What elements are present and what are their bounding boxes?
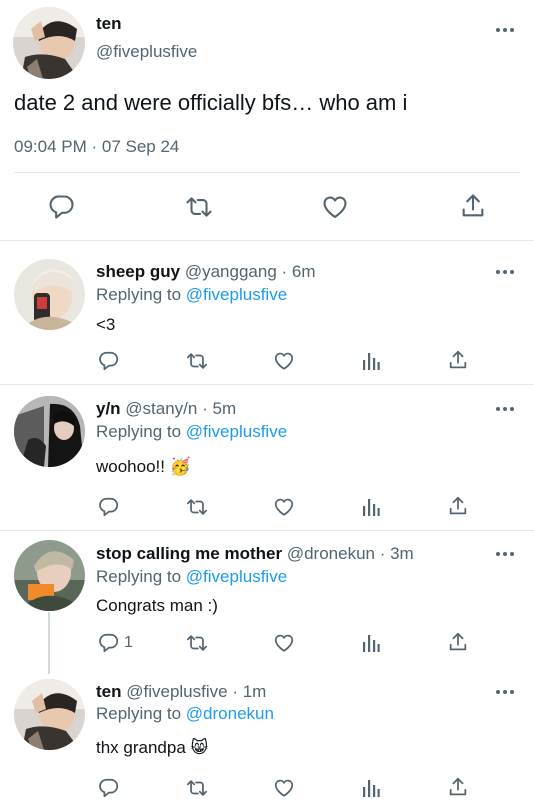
share-icon[interactable] (447, 776, 469, 798)
avatar[interactable] (14, 396, 85, 467)
handle[interactable]: @stany/n (125, 399, 197, 418)
display-name[interactable]: ten (96, 682, 122, 701)
retweet-icon[interactable] (185, 350, 209, 372)
avatar[interactable] (13, 7, 85, 79)
reply-header: ten @fiveplusfive · 1m (96, 682, 266, 702)
replying-to-link[interactable]: @dronekun (186, 704, 274, 723)
views-icon[interactable] (361, 351, 381, 371)
handle[interactable]: @fiveplusfive (126, 682, 227, 701)
replying-to: Replying to @fiveplusfive (96, 567, 287, 587)
reply-icon[interactable] (98, 777, 120, 799)
reply-icon[interactable] (98, 496, 120, 518)
display-name[interactable]: y/n (96, 399, 121, 418)
reply-count: 1 (124, 634, 133, 651)
more-icon[interactable] (496, 687, 516, 697)
retweet-icon[interactable] (185, 777, 209, 799)
timestamp[interactable]: 09:04 PM · 07 Sep 24 (14, 137, 179, 157)
display-name[interactable]: sheep guy (96, 262, 180, 281)
reply-text: woohoo!! 🥳 (96, 457, 191, 476)
reply-header: stop calling me mother @dronekun · 3m (96, 544, 414, 564)
handle[interactable]: @yanggang (185, 262, 277, 281)
reply-time[interactable]: · 1m (232, 682, 266, 701)
display-name[interactable]: ten (96, 14, 122, 34)
share-icon[interactable] (447, 631, 469, 653)
avatar[interactable] (14, 540, 85, 611)
reply-text: Congrats man :) (96, 596, 218, 615)
share-icon[interactable] (447, 495, 469, 517)
more-icon[interactable] (496, 404, 516, 414)
retweet-icon[interactable] (185, 496, 209, 518)
replying-label: Replying to (96, 285, 182, 304)
replying-label: Replying to (96, 422, 182, 441)
replying-to: Replying to @dronekun (96, 704, 274, 724)
more-icon[interactable] (496, 25, 516, 35)
more-icon[interactable] (496, 549, 516, 559)
share-icon[interactable] (459, 192, 487, 220)
divider (0, 530, 534, 531)
like-icon[interactable] (273, 496, 295, 518)
like-icon[interactable] (273, 350, 295, 372)
reply-header: y/n @stany/n · 5m (96, 399, 236, 419)
thread-connector (48, 612, 50, 674)
display-name[interactable]: stop calling me mother (96, 544, 282, 563)
views-icon[interactable] (361, 497, 381, 517)
divider (0, 384, 534, 385)
reply-icon[interactable] (98, 350, 120, 372)
like-icon[interactable] (273, 777, 295, 799)
avatar[interactable] (14, 259, 85, 330)
retweet-icon[interactable] (185, 632, 209, 654)
replying-to-link[interactable]: @fiveplusfive (186, 567, 287, 586)
replying-to: Replying to @fiveplusfive (96, 422, 287, 442)
reply-time[interactable]: · 3m (380, 544, 414, 563)
views-icon[interactable] (361, 778, 381, 798)
share-icon[interactable] (447, 349, 469, 371)
tweet-text: date 2 and were officially bfs… who am i (14, 90, 408, 115)
replying-label: Replying to (96, 567, 182, 586)
divider (0, 240, 534, 241)
more-icon[interactable] (496, 267, 516, 277)
replying-to-link[interactable]: @fiveplusfive (186, 285, 287, 304)
replying-label: Replying to (96, 704, 182, 723)
reply-time[interactable]: · 5m (202, 399, 236, 418)
reply-icon[interactable] (98, 632, 120, 654)
handle[interactable]: @dronekun (287, 544, 375, 563)
reply-text: thx grandpa 😸 (96, 738, 209, 757)
replying-to: Replying to @fiveplusfive (96, 285, 287, 305)
reply-icon[interactable] (48, 193, 76, 221)
retweet-icon[interactable] (184, 193, 214, 221)
avatar[interactable] (14, 679, 85, 750)
handle[interactable]: @fiveplusfive (96, 42, 197, 62)
like-icon[interactable] (273, 632, 295, 654)
views-icon[interactable] (361, 633, 381, 653)
replying-to-link[interactable]: @fiveplusfive (186, 422, 287, 441)
divider (14, 172, 520, 173)
like-icon[interactable] (321, 193, 349, 221)
reply-text: <3 (96, 315, 116, 334)
reply-time[interactable]: · 6m (282, 262, 316, 281)
reply-header: sheep guy @yanggang · 6m (96, 262, 316, 282)
